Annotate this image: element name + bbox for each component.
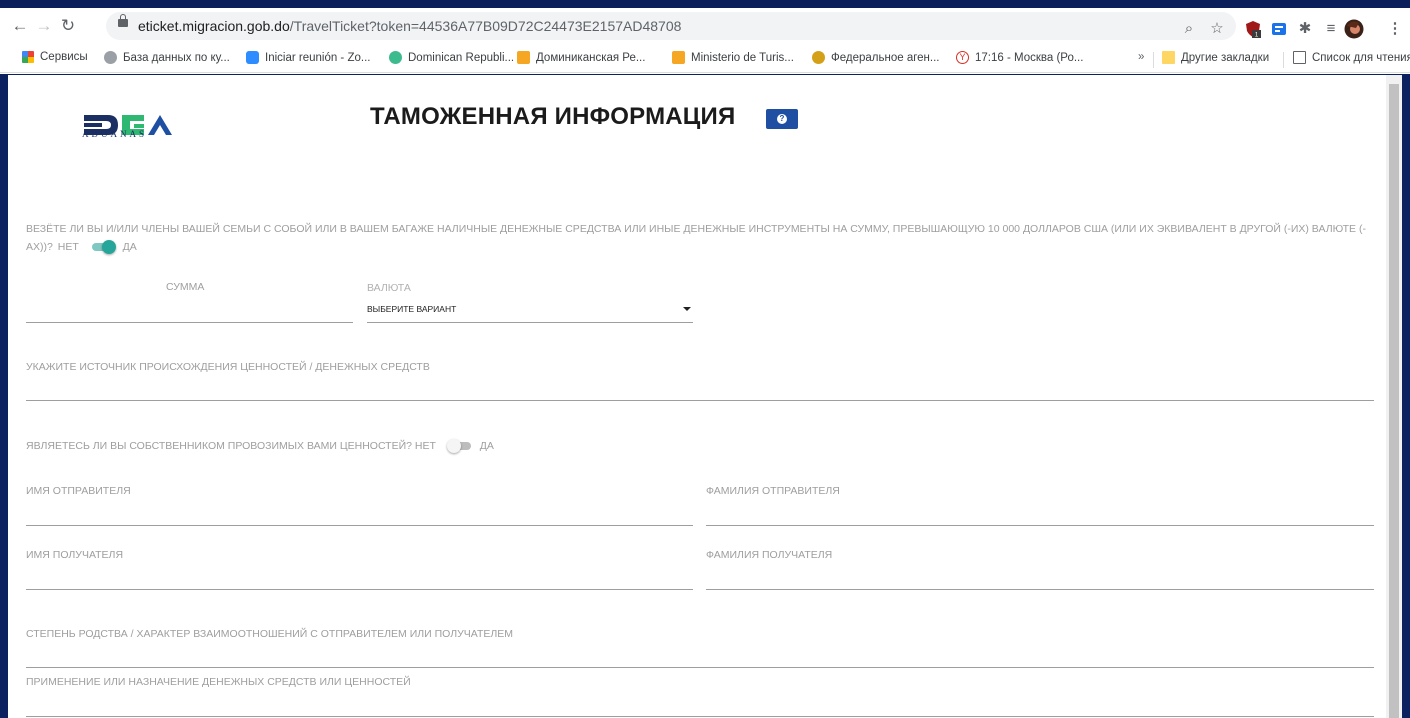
question-icon: ? (777, 114, 787, 124)
cash-toggle[interactable] (91, 240, 116, 255)
bookmark-label: Другие закладки (1181, 51, 1270, 64)
bookmark-services[interactable]: Сервисы (22, 51, 88, 63)
bookmark-label: База данных по ку... (123, 51, 230, 64)
bookmark-database[interactable]: База данных по ку... (104, 51, 230, 64)
help-button[interactable]: ? (766, 109, 798, 129)
bookmark-label: Dominican Republi... (408, 51, 515, 64)
reading-list-icon (1293, 51, 1306, 64)
recipient-last-name-label: ФАМИЛИЯ ПОЛУЧАТЕЛЯ (706, 549, 833, 561)
zoom-icon (246, 51, 259, 64)
purpose-label: ПРИМЕНЕНИЕ ИЛИ НАЗНАЧЕНИЕ ДЕНЕЖНЫХ СРЕДС… (26, 676, 411, 688)
currency-select[interactable]: ВЫБЕРИТЕ ВАРИАНТ (367, 304, 456, 314)
relationship-label: СТЕПЕНЬ РОДСТВА / ХАРАКТЕР ВЗАИМООТНОШЕН… (26, 628, 514, 640)
bookmarks-divider (1153, 52, 1154, 68)
recipient-first-name-label: ИМЯ ПОЛУЧАТЕЛЯ (26, 549, 124, 561)
bookmark-label: Доминиканская Ре... (536, 51, 646, 64)
sender-last-name-input[interactable] (706, 525, 1374, 526)
bookmark-label: Список для чтения (1312, 51, 1410, 64)
owner-yes-label: ДА (479, 440, 494, 452)
star-icon[interactable]: ☆ (1208, 20, 1226, 38)
recipient-first-name-input[interactable] (26, 589, 693, 590)
bookmark-label: Федеральное аген... (831, 51, 940, 64)
reading-list-button[interactable]: Список для чтения (1293, 51, 1410, 64)
lock-icon (118, 14, 128, 27)
tripadvisor-icon (389, 51, 402, 64)
cash-no-label: НЕТ (57, 241, 79, 253)
bookmark-label: Сервисы (40, 51, 88, 63)
toggle-knob (446, 439, 461, 454)
chevron-down-icon[interactable] (683, 307, 691, 311)
cash-question-text: ВЕЗЁТЕ ЛИ ВЫ И/ИЛИ ЧЛЕНЫ ВАШЕЙ СЕМЬИ С С… (26, 223, 1366, 253)
bookmarks-divider (1283, 52, 1284, 68)
bookmark-ministerio-turismo[interactable]: Ministerio de Turis... (672, 51, 794, 64)
owner-toggle-wrap[interactable] (445, 439, 471, 454)
owner-no-label: НЕТ (414, 440, 436, 452)
owner-toggle[interactable] (446, 439, 471, 454)
bookmark-dominicana-ru[interactable]: Доминиканская Ре... (517, 51, 645, 64)
relationship-input[interactable] (26, 667, 1374, 668)
owner-question-text: ЯВЛЯЕТЕСЬ ЛИ ВЫ СОБСТВЕННИКОМ ПРОВОЗИМЫХ… (26, 440, 412, 452)
shield-extension-icon[interactable]: 1 (1244, 20, 1262, 39)
sender-first-name-label: ИМЯ ОТПРАВИТЕЛЯ (26, 485, 131, 497)
apps-grid-icon (22, 51, 34, 63)
purpose-input[interactable] (26, 716, 1374, 717)
bookmark-label: 17:16 - Москва (Ро... (975, 51, 1084, 64)
menu-kebab-icon[interactable]: ⋮ (1386, 20, 1404, 38)
cash-question: ВЕЗЁТЕ ЛИ ВЫ И/ИЛИ ЧЛЕНЫ ВАШЕЙ СЕМЬИ С С… (26, 220, 1376, 256)
window-right-strip (1402, 75, 1410, 718)
folder-icon (1162, 51, 1175, 64)
bookmark-federal-agency[interactable]: Федеральное аген... (812, 51, 940, 64)
cash-yes-label: ДА (122, 241, 137, 253)
source-label: УКАЖИТЕ ИСТОЧНИК ПРОИСХОЖДЕНИЯ ЦЕННОСТЕЙ… (26, 361, 430, 373)
bookmark-label: Ministerio de Turis... (691, 51, 794, 64)
owner-question: ЯВЛЯЕТЕСЬ ЛИ ВЫ СОБСТВЕННИКОМ ПРОВОЗИМЫХ… (26, 439, 494, 454)
dga-logo (84, 115, 172, 135)
amount-input[interactable] (26, 322, 353, 323)
reload-icon[interactable]: ↻ (58, 16, 78, 36)
url-text: eticket.migracion.gob.do/TravelTicket?to… (138, 18, 681, 34)
currency-underline (367, 322, 693, 323)
media-queue-icon[interactable]: ≡ (1322, 20, 1340, 38)
scrollbar-thumb[interactable] (1389, 84, 1399, 718)
forward-arrow-icon[interactable]: → (34, 16, 54, 36)
other-bookmarks-folder[interactable]: Другие закладки (1162, 51, 1269, 64)
bookmark-dominican-republic[interactable]: Dominican Republi... (389, 51, 514, 64)
recipient-last-name-input[interactable] (706, 589, 1374, 590)
translate-extension-icon[interactable] (1270, 20, 1288, 38)
toggle-knob (101, 240, 116, 255)
bookmark-moscow-time[interactable]: Y 17:16 - Москва (Ро... (956, 51, 1083, 64)
browser-chrome: ← → ↻ eticket.migracion.gob.do/TravelTic… (0, 8, 1410, 74)
bookmarks-overflow-button[interactable]: » (1138, 51, 1144, 63)
customs-form-page: ADUANAS ТАМОЖЕННАЯ ИНФОРМАЦИЯ ? ВЕЗЁТЕ Л… (8, 75, 1386, 718)
url-path: /TravelTicket?token=44536A77B09D72C24473… (289, 18, 682, 34)
logo-subtitle: ADUANAS (82, 129, 148, 139)
profile-avatar[interactable] (1344, 19, 1364, 39)
sender-last-name-label: ФАМИЛИЯ ОТПРАВИТЕЛЯ (706, 485, 840, 497)
emblem-icon (812, 51, 825, 64)
zoom-icon[interactable]: ⌕ (1180, 20, 1198, 38)
amount-label: СУММА (166, 281, 205, 293)
globe-icon (104, 51, 117, 64)
currency-label: ВАЛЮТА (367, 282, 411, 294)
bookmark-label: Iniciar reunión - Zo... (265, 51, 371, 64)
page-title: ТАМОЖЕННАЯ ИНФОРМАЦИЯ (370, 103, 736, 130)
window-top-strip (0, 0, 1410, 8)
yandex-icon: Y (956, 51, 969, 64)
sender-first-name-input[interactable] (26, 525, 693, 526)
sun-icon (672, 51, 685, 64)
back-arrow-icon[interactable]: ← (10, 16, 30, 36)
address-bar[interactable]: eticket.migracion.gob.do/TravelTicket?to… (106, 12, 1236, 40)
bookmark-zoom[interactable]: Iniciar reunión - Zo... (246, 51, 370, 64)
sun-icon (517, 51, 530, 64)
puzzle-extensions-icon[interactable]: ✱ (1296, 20, 1314, 38)
source-input[interactable] (26, 400, 1374, 401)
url-host: eticket.migracion.gob.do (138, 18, 290, 34)
bookmarks-bar: Сервисы База данных по ку... Iniciar reu… (0, 46, 1410, 73)
cash-toggle-wrap[interactable] (88, 240, 116, 255)
